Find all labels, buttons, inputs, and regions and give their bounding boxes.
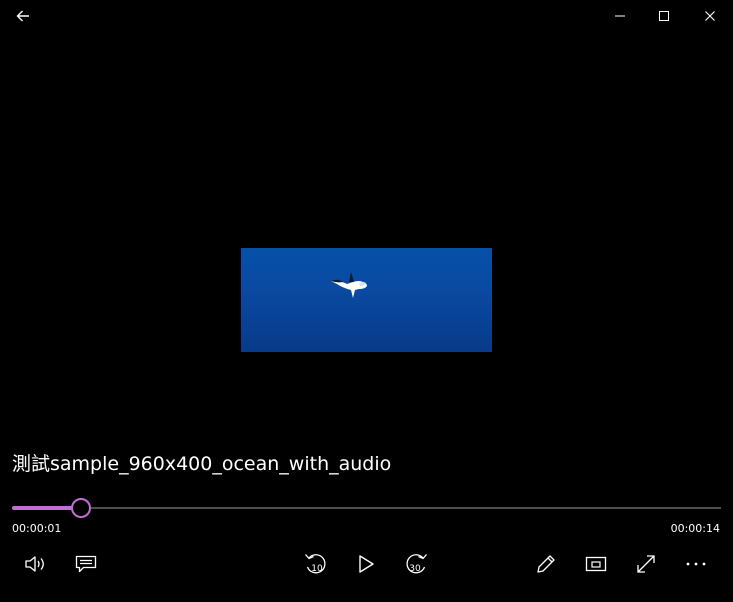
- close-button[interactable]: [687, 0, 733, 32]
- more-options-icon: [686, 562, 706, 566]
- seek-thumb[interactable]: [71, 498, 91, 518]
- play-button[interactable]: [346, 545, 386, 583]
- forward-seconds-label: 30: [409, 564, 421, 574]
- captions-button[interactable]: [66, 545, 106, 583]
- rewind-seconds-label: 10: [311, 564, 323, 574]
- rewind-10-icon: 10: [305, 554, 326, 574]
- volume-icon: [25, 556, 44, 572]
- minimize-button[interactable]: [597, 0, 643, 32]
- fullscreen-button[interactable]: [626, 545, 666, 583]
- maximize-icon: [659, 11, 669, 21]
- seek-track: [12, 507, 721, 509]
- forward-30-icon: 30: [406, 554, 427, 574]
- edit-button[interactable]: [526, 545, 566, 583]
- captions-icon: [75, 555, 97, 573]
- mini-view-button[interactable]: [576, 545, 616, 583]
- total-time: 00:00:14: [670, 522, 720, 535]
- title-bar: [0, 0, 733, 32]
- fullscreen-icon: [637, 555, 655, 573]
- fish-image: [331, 272, 367, 298]
- video-frame[interactable]: [241, 248, 492, 352]
- mini-view-icon: [585, 556, 607, 572]
- minimize-icon: [615, 15, 625, 17]
- back-arrow-icon: [16, 10, 29, 22]
- media-title: 測試sample_960x400_ocean_with_audio: [12, 453, 392, 475]
- pencil-icon: [537, 555, 555, 573]
- seek-bar[interactable]: [12, 498, 721, 518]
- play-icon: [359, 555, 374, 573]
- volume-button[interactable]: [16, 545, 56, 583]
- forward-button[interactable]: 30: [396, 545, 436, 583]
- back-button[interactable]: [0, 0, 46, 32]
- more-options-button[interactable]: [676, 545, 716, 583]
- current-time: 00:00:01: [12, 522, 62, 535]
- rewind-button[interactable]: 10: [296, 545, 336, 583]
- maximize-button[interactable]: [641, 0, 687, 32]
- close-icon: [705, 11, 715, 21]
